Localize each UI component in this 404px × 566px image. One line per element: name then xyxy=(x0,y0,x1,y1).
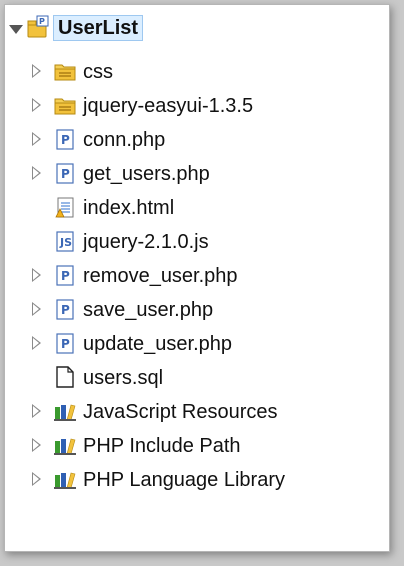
tree-item[interactable]: P conn.php xyxy=(5,123,389,157)
tree-item-label: css xyxy=(83,61,113,83)
tree-item-label: remove_user.php xyxy=(83,265,238,287)
tree-item[interactable]: jquery-easyui-1.3.5 xyxy=(5,89,389,123)
svg-text:JS: JS xyxy=(59,236,72,249)
tree-item[interactable]: users.sql xyxy=(5,361,389,395)
project-explorer-panel: P UserList css jquery-easyui-1.3.5 P con… xyxy=(4,4,390,552)
library-icon xyxy=(53,467,77,491)
svg-text:P: P xyxy=(61,303,70,317)
svg-text:P: P xyxy=(61,337,70,351)
php-file-icon: P xyxy=(53,331,77,355)
php-file-icon: P xyxy=(53,263,77,287)
tree-item-label: conn.php xyxy=(83,129,166,151)
expand-arrow-icon[interactable] xyxy=(32,438,41,452)
library-icon xyxy=(53,399,77,423)
php-project-icon: P xyxy=(25,15,49,39)
tree-item-label: save_user.php xyxy=(83,299,214,321)
tree-item[interactable]: P get_users.php xyxy=(5,157,389,191)
svg-text:P: P xyxy=(61,133,70,147)
svg-text:P: P xyxy=(39,17,45,26)
tree-item-label: get_users.php xyxy=(83,163,210,185)
tree-item-label: PHP Include Path xyxy=(83,435,241,457)
php-file-icon: P xyxy=(53,297,77,321)
tree-item[interactable]: PHP Include Path xyxy=(5,429,389,463)
project-name: UserList xyxy=(53,15,144,41)
expand-arrow-icon[interactable] xyxy=(32,404,41,418)
expand-arrow-icon[interactable] xyxy=(32,268,41,282)
tree-item-label: users.sql xyxy=(83,367,164,389)
php-file-icon: P xyxy=(53,161,77,185)
html-file-icon xyxy=(53,195,77,219)
tree-item[interactable]: index.html xyxy=(5,191,389,225)
php-file-icon: P xyxy=(53,127,77,151)
svg-text:P: P xyxy=(61,269,70,283)
tree-item-label: jquery-2.1.0.js xyxy=(83,231,209,253)
expand-arrow-icon[interactable] xyxy=(32,472,41,486)
expand-arrow-icon[interactable] xyxy=(32,98,41,112)
tree-item[interactable]: P update_user.php xyxy=(5,327,389,361)
tree-item-label: index.html xyxy=(83,197,175,219)
tree-item[interactable]: css xyxy=(5,55,389,89)
tree-item-label: PHP Language Library xyxy=(83,469,285,491)
folder-icon xyxy=(53,93,77,117)
tree-item[interactable]: P remove_user.php xyxy=(5,259,389,293)
expand-arrow-icon[interactable] xyxy=(32,336,41,350)
expand-arrow-icon[interactable] xyxy=(32,302,41,316)
tree-item[interactable]: PHP Language Library xyxy=(5,463,389,497)
tree-item-label: update_user.php xyxy=(83,333,233,355)
tree-item[interactable]: P save_user.php xyxy=(5,293,389,327)
expand-arrow-icon[interactable] xyxy=(32,132,41,146)
expand-arrow-icon[interactable] xyxy=(32,166,41,180)
tree-item-label: jquery-easyui-1.3.5 xyxy=(83,95,254,117)
folder-icon xyxy=(53,59,77,83)
blank-file-icon xyxy=(53,365,77,389)
collapse-arrow-icon[interactable] xyxy=(8,25,23,39)
tree-item[interactable]: JavaScript Resources xyxy=(5,395,389,429)
js-file-icon: JS xyxy=(53,229,77,253)
tree-item[interactable]: JS jquery-2.1.0.js xyxy=(5,225,389,259)
library-icon xyxy=(53,433,77,457)
expand-arrow-icon[interactable] xyxy=(32,64,41,78)
tree-root-userlist[interactable]: P UserList xyxy=(5,11,389,45)
tree-item-label: JavaScript Resources xyxy=(83,401,278,423)
svg-text:P: P xyxy=(61,167,70,181)
